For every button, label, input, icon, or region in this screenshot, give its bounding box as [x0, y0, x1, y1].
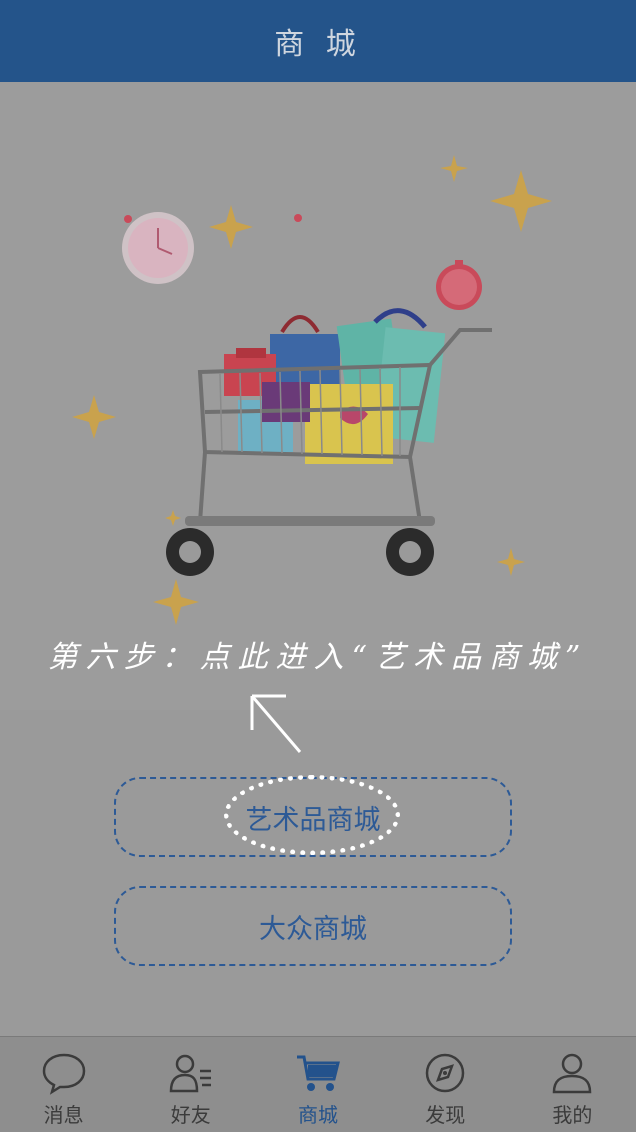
- app-screen: 商 城 第六步：点此进入“艺术品商城” 艺术品商城 大众商城 消息 好友 商城 …: [0, 0, 636, 1132]
- clock-icon: [436, 260, 482, 310]
- header-bar: 商 城: [0, 0, 636, 82]
- nav-label-messages: 消息: [43, 1103, 84, 1127]
- shopping-cart-illustration: [72, 155, 552, 625]
- cart-icon: [297, 1055, 340, 1091]
- nav-label-mall: 商城: [298, 1103, 338, 1127]
- bottom-nav: 消息 好友 商城 发现 我的: [0, 1036, 636, 1132]
- nav-label-discover: 发现: [425, 1103, 466, 1127]
- page-title: 商 城: [274, 27, 362, 62]
- person-icon: [553, 1053, 592, 1094]
- nav-label-friends: 好友: [170, 1103, 211, 1127]
- nav-item-discover[interactable]: 发现: [382, 1037, 509, 1132]
- friends-icon: [169, 1054, 211, 1093]
- arrow-up-left-icon: [250, 694, 302, 753]
- clock-icon: [122, 212, 194, 284]
- step-instruction-text: 第六步：点此进入“艺术品商城”: [47, 640, 589, 675]
- nav-item-messages[interactable]: 消息: [0, 1037, 127, 1132]
- art-mall-button[interactable]: 艺术品商城: [114, 775, 512, 857]
- cart-wheels: [166, 528, 434, 576]
- nav-item-friends[interactable]: 好友: [127, 1037, 254, 1132]
- public-mall-button[interactable]: 大众商城: [114, 886, 512, 966]
- nav-label-profile: 我的: [552, 1103, 593, 1127]
- compass-icon: [425, 1053, 465, 1093]
- public-mall-label: 大众商城: [259, 913, 367, 945]
- nav-item-profile[interactable]: 我的: [509, 1037, 636, 1132]
- art-mall-label: 艺术品商城: [245, 804, 381, 836]
- shopping-cart-banner: [0, 82, 636, 710]
- nav-item-mall[interactable]: 商城: [254, 1037, 381, 1132]
- chat-bubble-icon: [42, 1053, 85, 1095]
